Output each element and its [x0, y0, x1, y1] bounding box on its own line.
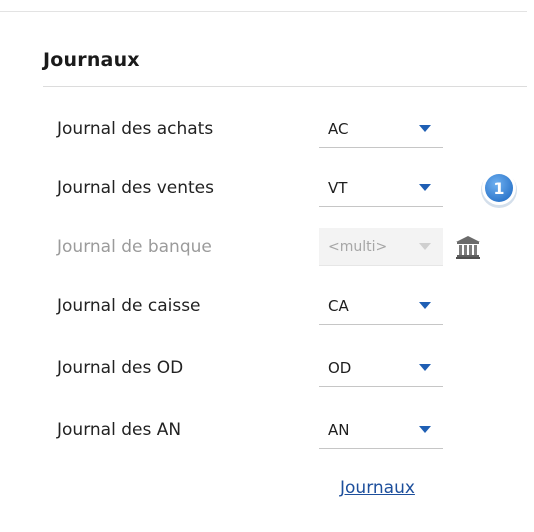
journal-label-caisse: Journal de caisse: [57, 296, 201, 316]
journal-row-banque: Journal de banque <multi>: [0, 228, 534, 268]
select-underline: [319, 386, 443, 387]
callout-badge-number: 1: [493, 179, 504, 198]
section-divider: [43, 86, 527, 87]
journal-value-achats: AC: [328, 120, 349, 138]
top-divider: [0, 11, 527, 12]
select-underline: [319, 448, 443, 449]
journal-row-an: Journal des AN AN: [0, 411, 534, 451]
chevron-down-icon: [419, 243, 431, 250]
journal-select-an[interactable]: AN: [319, 411, 443, 449]
journals-settings-panel: Journaux Journal des achats AC Journal d…: [0, 0, 534, 532]
journal-value-banque: <multi>: [328, 239, 388, 255]
journal-value-ventes: VT: [328, 179, 348, 197]
journal-row-caisse: Journal de caisse CA: [0, 287, 534, 327]
journal-select-od[interactable]: OD: [319, 349, 443, 387]
journal-label-banque: Journal de banque: [57, 237, 212, 257]
journal-select-banque: <multi>: [319, 228, 443, 266]
journal-select-caisse[interactable]: CA: [319, 287, 443, 325]
journal-select-achats[interactable]: AC: [319, 110, 443, 148]
journaux-link[interactable]: Journaux: [340, 477, 415, 499]
journal-value-caisse: CA: [328, 297, 349, 315]
journal-label-achats: Journal des achats: [57, 119, 214, 139]
journal-row-ventes: Journal des ventes VT: [0, 169, 534, 209]
chevron-down-icon: [419, 302, 431, 309]
journal-value-an: AN: [328, 421, 350, 439]
bank-icon[interactable]: [455, 234, 481, 260]
chevron-down-icon: [419, 125, 431, 132]
select-underline: [319, 147, 443, 148]
chevron-down-icon: [419, 426, 431, 433]
journal-label-od: Journal des OD: [57, 358, 184, 378]
journal-label-ventes: Journal des ventes: [57, 178, 214, 198]
journal-row-od: Journal des OD OD: [0, 349, 534, 389]
journal-select-ventes[interactable]: VT: [319, 169, 443, 207]
journal-value-od: OD: [328, 359, 352, 377]
select-underline: [319, 206, 443, 207]
select-underline: [319, 265, 443, 266]
section-title: Journaux: [43, 49, 140, 71]
chevron-down-icon: [419, 184, 431, 191]
chevron-down-icon: [419, 364, 431, 371]
select-underline: [319, 324, 443, 325]
journal-row-achats: Journal des achats AC: [0, 110, 534, 150]
callout-badge: 1: [481, 171, 517, 208]
journal-label-an: Journal des AN: [57, 420, 182, 440]
